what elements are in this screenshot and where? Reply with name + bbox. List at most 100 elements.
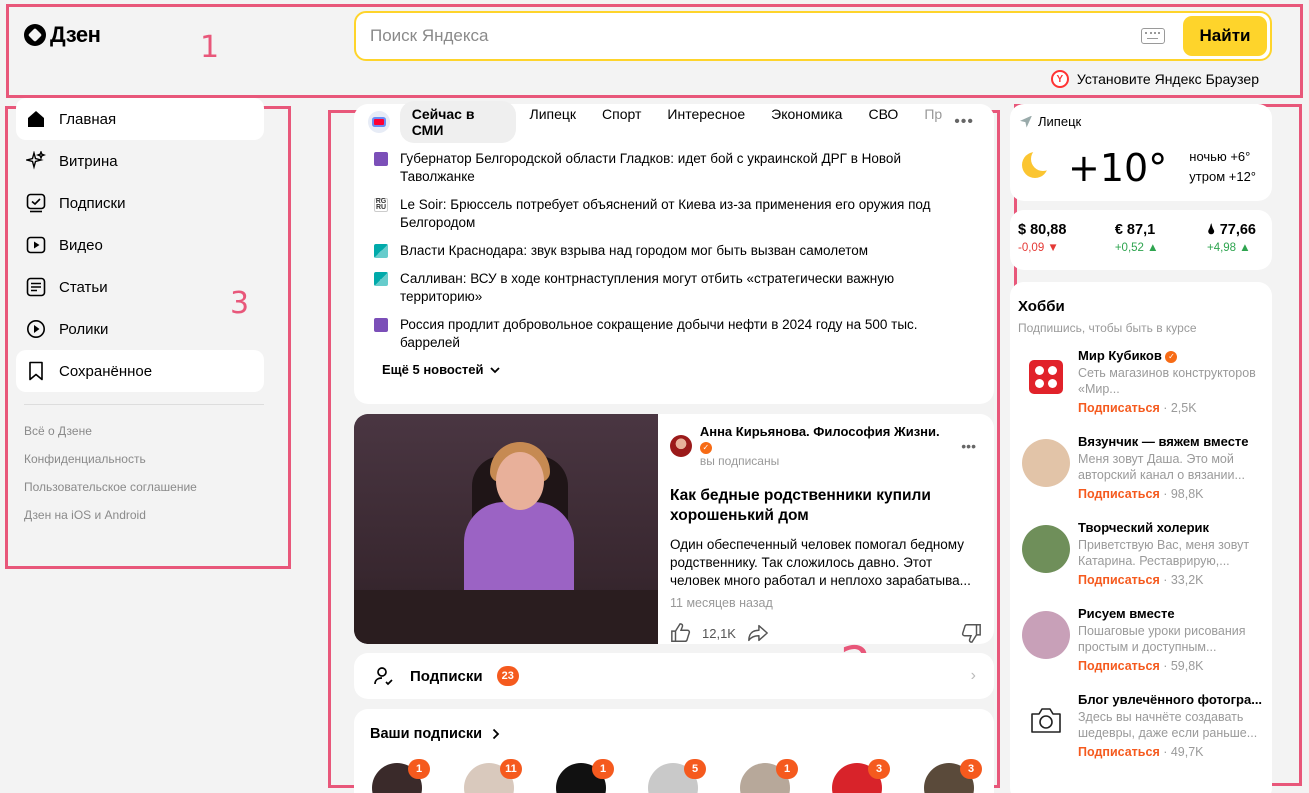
subscription-avatar[interactable]: 1 (740, 759, 798, 793)
rate-value: $ 80,88 (1018, 222, 1067, 238)
exchange-rate[interactable]: 🌢 77,66 +4,98 ▲ (1207, 222, 1256, 270)
channel-recommendation[interactable]: Мир Кубиков ✓ Сеть магазинов конструкторо… (1018, 347, 1272, 417)
author-name: Анна Кирьянова. Философия Жизни. (699, 424, 940, 439)
article-author[interactable]: Анна Кирьянова. Философия Жизни. ✓ вы по… (670, 424, 982, 468)
forecast-morning: утром +12° (1189, 169, 1256, 184)
weather-forecast: ночью +6° утром +12° (1189, 147, 1256, 187)
subscription-avatar[interactable]: 1 (556, 759, 614, 793)
news-tab[interactable]: Сейчас в СМИ (399, 101, 516, 143)
channel-recommendation[interactable]: Вязунчик — вяжем вместе Меня зовут Даша. … (1018, 433, 1272, 503)
footer-link[interactable]: Пользовательское соглашение (16, 473, 264, 501)
footer-link[interactable]: Дзен на iOS и Android (16, 501, 264, 529)
verified-icon: ✓ (699, 441, 712, 454)
article-options-icon[interactable]: ••• (961, 438, 976, 454)
exchange-rate[interactable]: $ 80,88 -0,09 ▼ (1018, 222, 1066, 270)
bookmark-icon (26, 361, 46, 381)
weather-location[interactable]: Липецк (1020, 114, 1081, 129)
subscribe-button[interactable]: Подписаться (1078, 401, 1160, 415)
article-icon (26, 277, 46, 297)
subscription-avatar[interactable]: 5 (648, 759, 706, 793)
channel-avatar (1022, 525, 1070, 573)
news-source-logo-icon (368, 111, 390, 133)
author-avatar (670, 435, 692, 457)
article-title[interactable]: Как бедные родственники купили хорошеньк… (670, 486, 982, 526)
footer-link[interactable]: Конфиденциальность (16, 445, 264, 473)
subscriptions-bar[interactable]: Подписки 23 › (354, 653, 994, 699)
news-tab[interactable]: Спорт (590, 101, 653, 143)
sidebar-item[interactable]: Главная (16, 98, 264, 140)
dislike-icon[interactable] (960, 622, 982, 644)
search-input[interactable] (356, 26, 1141, 46)
rate-change: -0,09 ▼ (1018, 242, 1059, 254)
article-image[interactable] (354, 414, 658, 644)
news-tab[interactable]: Пр (912, 101, 954, 143)
dzen-logo[interactable]: Дзен (24, 22, 101, 48)
news-tab[interactable]: Липецк (518, 101, 589, 143)
news-tab[interactable]: СВО (856, 101, 910, 143)
news-source-icon (374, 272, 388, 286)
sidebar-divider (24, 404, 264, 405)
new-posts-badge: 1 (776, 759, 798, 779)
clips-icon (26, 319, 46, 339)
news-card: Сейчас в СМИ Липецк Спорт Интересное Экономи… (354, 101, 994, 404)
exchange-rate[interactable]: € 87,1 +0,52 ▲ (1115, 222, 1159, 270)
more-options-icon[interactable]: ••• (954, 113, 974, 131)
keyboard-icon[interactable] (1141, 28, 1165, 44)
your-subscriptions-title: Ваши подписки (370, 726, 483, 742)
sidebar-item-label: Главная (59, 110, 117, 128)
news-headline: Губернатор Белгородской области Гладков:… (400, 151, 901, 184)
sidebar-item[interactable]: Подписки (16, 182, 264, 224)
sidebar-item[interactable]: Видео (16, 224, 264, 266)
like-icon[interactable] (670, 622, 692, 644)
news-item[interactable]: RG RU Le Soir: Брюссель потребует объяснен… (374, 196, 934, 232)
subscriber-count: 49,7K (1170, 745, 1204, 759)
subscriber-count: 59,8K (1170, 659, 1204, 673)
search-button[interactable]: Найти (1183, 16, 1267, 56)
subscription-avatar[interactable]: 3 (832, 759, 890, 793)
channel-description: Меня зовут Даша. Это мой авторский канал… (1078, 452, 1245, 482)
news-tab[interactable]: Экономика (759, 101, 854, 143)
video-icon (26, 235, 46, 255)
sidebar-item[interactable]: Ролики (16, 308, 264, 350)
sidebar-item[interactable]: Сохранённое (16, 350, 264, 392)
sidebar-item-label: Сохранённое (59, 362, 153, 380)
news-tab[interactable]: Интересное (655, 101, 757, 143)
subscription-avatar[interactable]: 11 (464, 759, 522, 793)
more-news-button[interactable]: Ещё 5 новостей (382, 362, 994, 377)
subscription-avatar[interactable]: 1 (372, 759, 430, 793)
rate-change: +4,98 ▲ (1206, 242, 1251, 254)
news-item[interactable]: Власти Краснодара: звук взрыва над город… (374, 242, 934, 260)
annotation-number: 1 (200, 30, 220, 65)
news-item[interactable]: Салливан: ВСУ в ходе контрнаступления мо… (374, 270, 934, 306)
sidebar-item-label: Подписки (59, 194, 126, 212)
footer-link[interactable]: Всё о Дзене (16, 417, 264, 445)
browser-promo[interactable]: Y Установите Яндекс Браузер (1050, 70, 1259, 88)
your-subscriptions-header[interactable]: Ваши подписки (370, 726, 500, 742)
subscriptions-label: Подписки (410, 667, 483, 685)
news-source-icon (374, 152, 388, 166)
weather-widget[interactable]: Липецк +10° ночью +6° утром +12° (1010, 104, 1272, 201)
channel-recommendation[interactable]: Творческий холерик Приветствую Вас, меня … (1018, 519, 1272, 589)
channel-recommendation[interactable]: Блог увлечённого фотогра... Здесь вы начн… (1018, 691, 1272, 761)
subscribe-button[interactable]: Подписаться (1078, 659, 1160, 673)
article-card[interactable]: Анна Кирьянова. Философия Жизни. ✓ вы по… (354, 414, 994, 644)
exchange-rates-widget[interactable]: $ 80,88 -0,09 ▼ € 87,1 +0,52 ▲ 🌢 77,66 +4,98 … (1010, 210, 1272, 270)
share-icon[interactable] (746, 622, 770, 644)
forecast-night: ночью +6° (1189, 149, 1251, 164)
subscription-avatar[interactable]: 3 (924, 759, 982, 793)
dzen-logo-icon (24, 24, 46, 46)
subscribe-button[interactable]: Подписаться (1078, 487, 1160, 501)
news-item[interactable]: Россия продлит добровольное сокращение д… (374, 316, 934, 352)
weather-city: Липецк (1038, 114, 1082, 129)
sidebar-item[interactable]: Витрина (16, 140, 264, 182)
sidebar-item[interactable]: Статьи (16, 266, 264, 308)
channel-name: Блог увлечённого фотогра... (1078, 692, 1263, 707)
search-bar: Найти (354, 11, 1272, 61)
channel-description: Здесь вы начнёте создавать шедевры, даже… (1078, 710, 1258, 740)
channel-recommendation[interactable]: Рисуем вместе Пошаговые уроки рисования п… (1018, 605, 1272, 675)
news-item[interactable]: Губернатор Белгородской области Гладков:… (374, 150, 934, 186)
subscribe-button[interactable]: Подписаться (1078, 745, 1160, 759)
channel-avatar-dice-icon (1022, 353, 1070, 401)
subscribe-button[interactable]: Подписаться (1078, 573, 1160, 587)
user-check-icon (374, 667, 393, 686)
